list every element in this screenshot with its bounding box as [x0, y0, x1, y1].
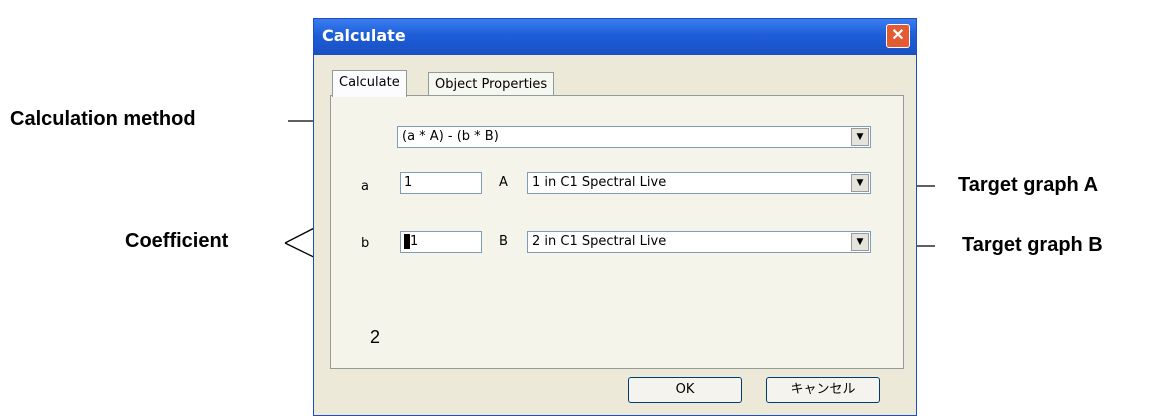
target-a-label: A	[499, 175, 508, 190]
annotation-coefficient: Coefficient	[125, 230, 229, 252]
target-graph-a-value: 1 in C1 Spectral Live	[532, 175, 667, 190]
annotation-target-graph-b: Target graph B	[962, 234, 1103, 256]
calculation-method-value: (a * A) - (b * B)	[402, 129, 499, 144]
coefficient-b-input[interactable]: 1	[400, 231, 482, 253]
target-b-label: B	[499, 234, 508, 249]
annotation-calculation-method: Calculation method	[10, 108, 196, 130]
annotation-target-graph-a: Target graph A	[958, 174, 1099, 196]
coefficient-b-label: b	[361, 236, 370, 251]
chevron-down-icon[interactable]: ▼	[851, 233, 869, 251]
target-graph-b-select[interactable]: 2 in C1 Spectral Live ▼	[527, 231, 871, 253]
chevron-down-icon[interactable]: ▼	[851, 174, 869, 192]
target-graph-a-select[interactable]: 1 in C1 Spectral Live ▼	[527, 172, 871, 194]
title-bar[interactable]: Calculate ✕	[314, 19, 916, 55]
coefficient-b-value: 1	[410, 234, 419, 249]
chevron-down-icon[interactable]: ▼	[851, 128, 869, 146]
tab-object-properties[interactable]: Object Properties	[428, 72, 555, 96]
tab-calculate[interactable]: Calculate	[332, 70, 407, 97]
dialog-title: Calculate	[322, 26, 406, 45]
cancel-button[interactable]: キャンセル	[766, 377, 880, 403]
page-number: 2	[370, 327, 381, 347]
coefficient-a-input[interactable]: 1	[400, 172, 482, 194]
coefficient-a-label: a	[361, 179, 369, 194]
calculation-method-select[interactable]: (a * A) - (b * B) ▼	[397, 126, 871, 148]
coefficient-a-value: 1	[404, 175, 413, 190]
calculate-dialog: Calculate ✕ Calculate Object Properties …	[313, 18, 917, 416]
close-button[interactable]: ✕	[886, 24, 910, 48]
calculate-tab-panel: (a * A) - (b * B) ▼ a 1 A 1 in C1 Spectr…	[330, 95, 904, 369]
ok-button[interactable]: OK	[628, 377, 742, 403]
target-graph-b-value: 2 in C1 Spectral Live	[532, 234, 667, 249]
close-icon: ✕	[891, 27, 905, 44]
